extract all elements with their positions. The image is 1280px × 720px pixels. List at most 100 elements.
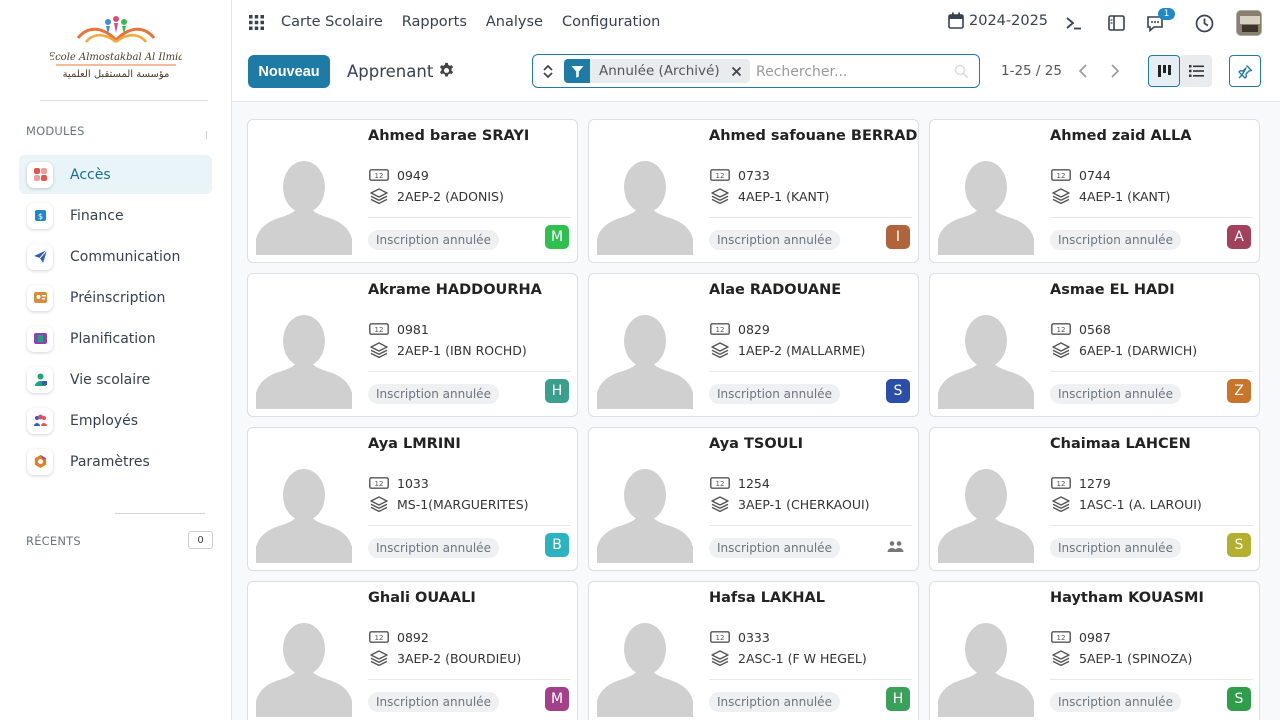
student-card[interactable]: Ahmed barae SRAYI 12 0949 2AEP-2 (ADONIS) In… (247, 119, 578, 263)
layers-icon (368, 650, 389, 666)
student-class: 3AEP-1 (CHERKAOUI) (738, 496, 870, 512)
student-name: Haytham KOUASMI (1050, 590, 1204, 606)
student-photo (256, 305, 352, 409)
assignee-avatar[interactable]: H (545, 379, 569, 403)
sidebar-item-preinscription[interactable]: Préinscription (19, 278, 212, 317)
student-code: 0987 (1079, 629, 1111, 645)
map-view-button[interactable] (1229, 55, 1261, 87)
sidebar-item-acces[interactable]: Accès (19, 155, 212, 194)
assignee-avatar[interactable]: S (1227, 687, 1251, 711)
menu-carte-scolaire[interactable]: Carte Scolaire (281, 14, 383, 30)
assignee-avatar[interactable]: S (1227, 533, 1251, 557)
student-card[interactable]: Hafsa LAKHAL 12 0333 2ASC-1 (F W HEGEL) Insc… (588, 581, 919, 720)
logo-text-arabic: مؤسسة المستقبل العلمية (63, 69, 170, 80)
gear-icon[interactable] (438, 62, 455, 79)
student-card[interactable]: Ahmed safouane BERRAD 12 0733 4AEP-1 (KANT)… (588, 119, 919, 263)
svg-text:12: 12 (1056, 326, 1065, 334)
group-icon[interactable] (887, 540, 904, 553)
student-card[interactable]: Aya LMRINI 12 1033 MS-1(MARGUERITES) Inscrip… (247, 427, 578, 571)
remove-filter-icon[interactable] (730, 59, 750, 83)
sidebar-item-planification[interactable]: Planification (19, 319, 212, 358)
status-badge: Inscription annulée (368, 230, 499, 250)
assignee-avatar[interactable]: B (545, 533, 569, 557)
recents-title[interactable]: RÉCENTS (26, 534, 81, 548)
pager-value[interactable]: 1-25 / 25 (1001, 63, 1062, 79)
student-code-row: 12 1033 (368, 475, 429, 491)
assignee-avatar[interactable]: Z (1227, 379, 1251, 403)
recents-count-badge: 0 (188, 531, 213, 549)
student-class: 4AEP-1 (KANT) (1079, 188, 1171, 204)
page-title[interactable]: Apprenant (347, 62, 433, 81)
assignee-avatar[interactable]: A (1227, 225, 1251, 249)
kanban-view-button[interactable] (1148, 55, 1180, 87)
student-card[interactable]: Haytham KOUASMI 12 0987 5AEP-1 (SPINOZA) Ins… (929, 581, 1260, 720)
student-class: 3AEP-2 (BOURDIEU) (397, 650, 522, 666)
status-badge: Inscription annulée (368, 538, 499, 558)
assignee-avatar[interactable]: M (545, 225, 569, 249)
card-divider (1050, 217, 1253, 218)
pager-next-button[interactable] (1100, 56, 1130, 86)
student-class-row: MS-1(MARGUERITES) (368, 496, 529, 512)
student-code: 0333 (738, 629, 770, 645)
new-button[interactable]: Nouveau (248, 55, 330, 88)
student-card[interactable]: Asmae EL HADI 12 0568 6AEP-1 (DARWICH) Inscr… (929, 273, 1260, 417)
calendar-icon (27, 325, 53, 352)
student-class-row: 5AEP-1 (SPINOZA) (1050, 650, 1192, 666)
sidebar: Ecole Almostakbal Al Ilmia مؤسسة المستقب… (0, 0, 232, 720)
student-class-row: 4AEP-1 (KANT) (709, 188, 829, 204)
student-card[interactable]: Alae RADOUANE 12 0829 1AEP-2 (MALLARME) Insc… (588, 273, 919, 417)
assignee-avatar[interactable]: M (545, 687, 569, 711)
student-name: Ahmed zaid ALLA (1050, 128, 1192, 144)
menu-analyse[interactable]: Analyse (486, 14, 543, 30)
modules-nav: Accès $ Finance Communication Préinscription… (19, 155, 212, 483)
student-code-row: 12 0981 (368, 321, 429, 337)
list-view-button[interactable] (1180, 55, 1212, 87)
sidebar-item-label: Communication (70, 248, 181, 265)
apps-grid-icon[interactable] (249, 15, 264, 30)
school-logo[interactable]: Ecole Almostakbal Al Ilmia مؤسسة المستقب… (50, 14, 182, 84)
student-photo (597, 305, 693, 409)
filter-facet[interactable]: Annulée (Archivé) (564, 59, 750, 83)
sidebar-item-parametres[interactable]: Paramètres (19, 442, 212, 481)
sidebar-toggle-icon[interactable] (1106, 13, 1126, 33)
student-card[interactable]: Akrame HADDOURHA 12 0981 2AEP-1 (IBN ROCHD)… (247, 273, 578, 417)
school-year-selector[interactable]: 2024-2025 (948, 12, 1048, 29)
layers-icon (1050, 342, 1071, 358)
student-class: 2ASC-1 (F W HEGEL) (738, 650, 867, 666)
student-code: 0733 (738, 167, 770, 183)
student-card[interactable]: Ahmed zaid ALLA 12 0744 4AEP-1 (KANT) Inscri… (929, 119, 1260, 263)
assignee-avatar[interactable]: H (886, 687, 910, 711)
menu-rapports[interactable]: Rapports (402, 14, 467, 30)
student-class: 2AEP-1 (IBN ROCHD) (397, 342, 527, 358)
search-icon[interactable] (954, 64, 969, 79)
settings-icon (27, 448, 53, 475)
sidebar-item-communication[interactable]: Communication (19, 237, 212, 276)
layers-icon (709, 650, 730, 666)
student-card[interactable]: Aya TSOULI 12 1254 3AEP-1 (CHERKAOUI) Inscri… (588, 427, 919, 571)
sidebar-item-finance[interactable]: $ Finance (19, 196, 212, 235)
sidebar-item-employes[interactable]: Employés (19, 401, 212, 440)
menu-configuration[interactable]: Configuration (562, 14, 660, 30)
student-class: 5AEP-1 (SPINOZA) (1079, 650, 1193, 666)
search-input[interactable] (756, 62, 946, 82)
student-life-icon (27, 366, 53, 393)
chat-notification-badge: 1 (1158, 8, 1175, 20)
sort-toggle-icon[interactable] (542, 64, 554, 79)
terminal-icon[interactable] (1064, 13, 1084, 33)
pager-previous-button[interactable] (1068, 56, 1098, 86)
sidebar-item-vie-scolaire[interactable]: Vie scolaire (19, 360, 212, 399)
assignee-avatar[interactable]: I (886, 225, 910, 249)
layers-icon (368, 496, 389, 512)
student-card[interactable]: Ghali OUAALI 12 0892 3AEP-2 (BOURDIEU) Inscr… (247, 581, 578, 720)
assignee-avatar[interactable]: S (886, 379, 910, 403)
student-photo (938, 613, 1034, 717)
student-card[interactable]: Chaimaa LAHCEN 12 1279 1ASC-1 (A. LAROUI) In… (929, 427, 1260, 571)
card-divider (368, 217, 571, 218)
student-code-row: 12 0892 (368, 629, 429, 645)
activity-clock-icon[interactable] (1194, 13, 1214, 33)
svg-text:12: 12 (374, 326, 383, 334)
student-class-row: 2AEP-2 (ADONIS) (368, 188, 504, 204)
logo-divider (40, 100, 208, 101)
student-code-row: 12 1279 (1050, 475, 1111, 491)
user-avatar[interactable] (1236, 10, 1262, 36)
